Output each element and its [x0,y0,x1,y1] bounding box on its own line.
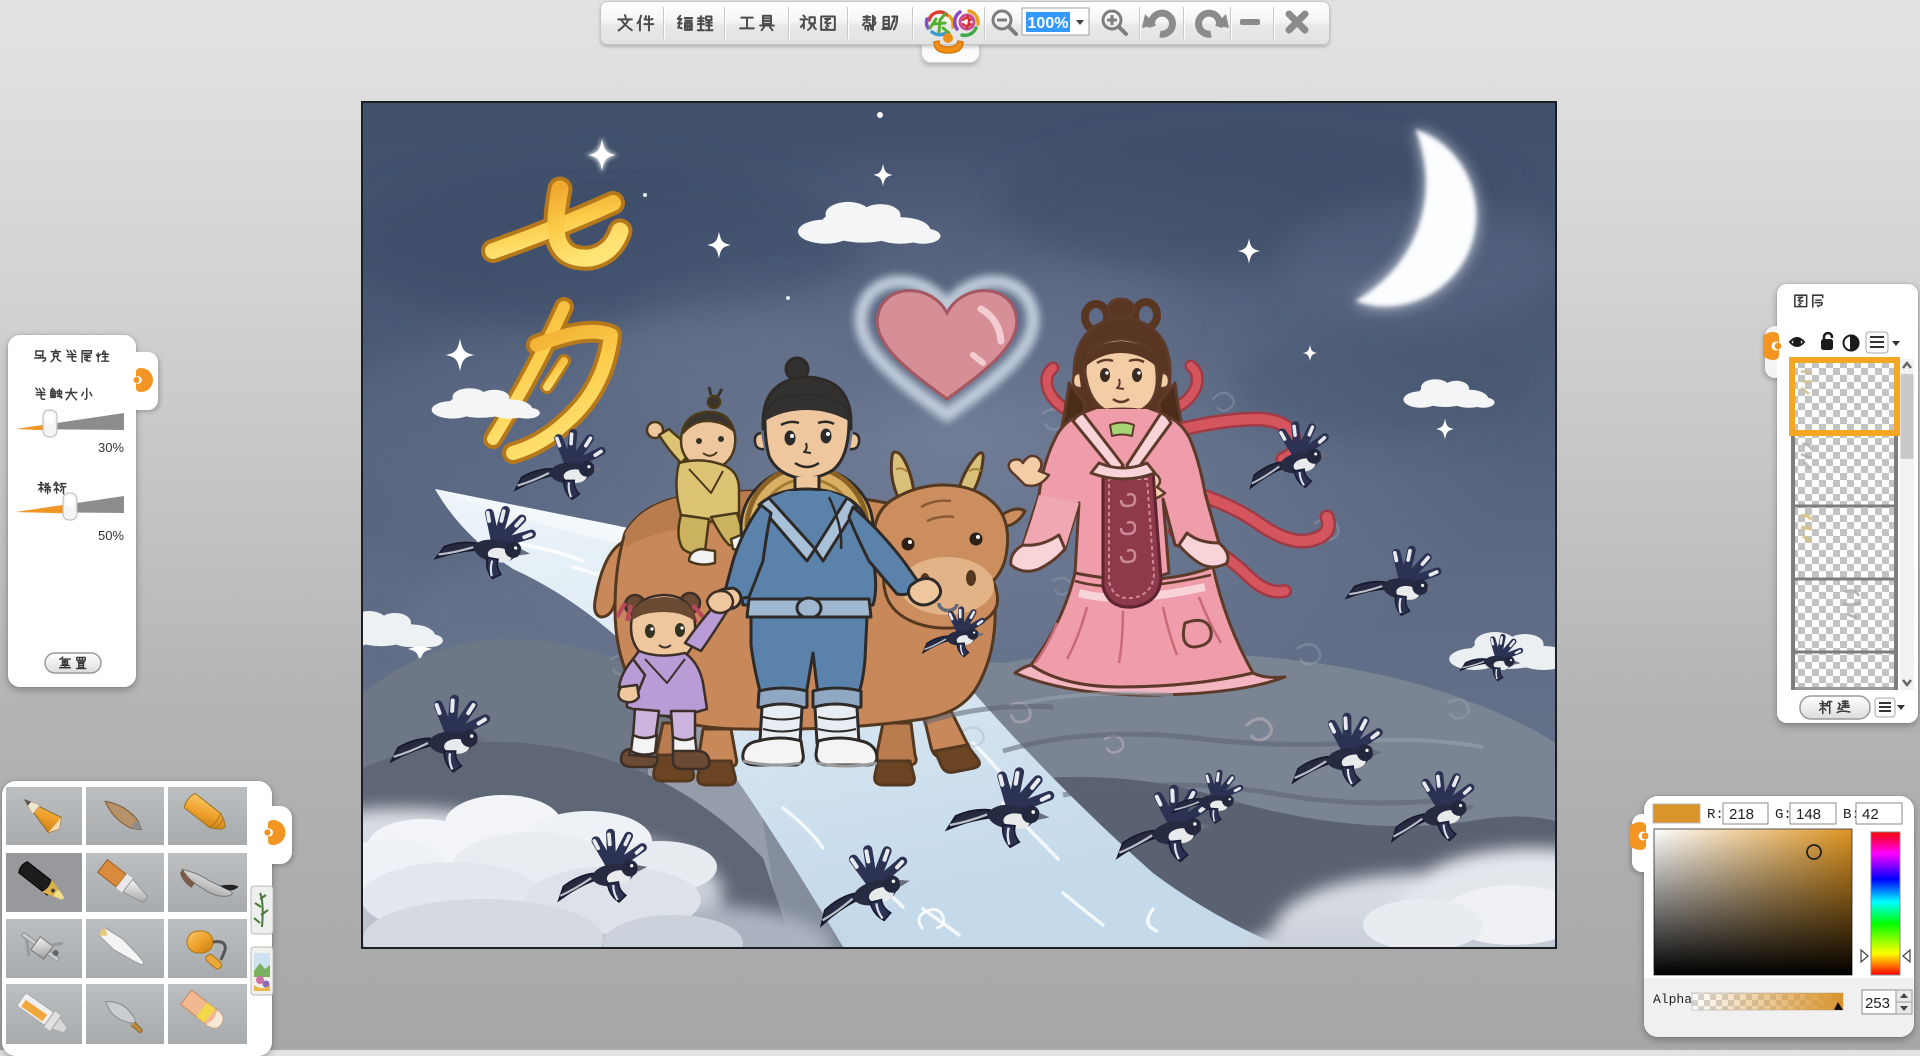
svg-text:148: 148 [1796,806,1821,823]
svg-text:G:: G: [1775,807,1792,823]
svg-text:100%: 100% [1028,15,1069,32]
svg-text:42: 42 [1862,806,1879,823]
svg-text:218: 218 [1729,806,1754,823]
svg-text:50%: 50% [98,528,124,543]
svg-text:R:: R: [1707,807,1724,823]
svg-text:30%: 30% [98,440,124,455]
svg-text:253: 253 [1865,995,1890,1012]
svg-text:Alpha: Alpha [1653,992,1692,1007]
